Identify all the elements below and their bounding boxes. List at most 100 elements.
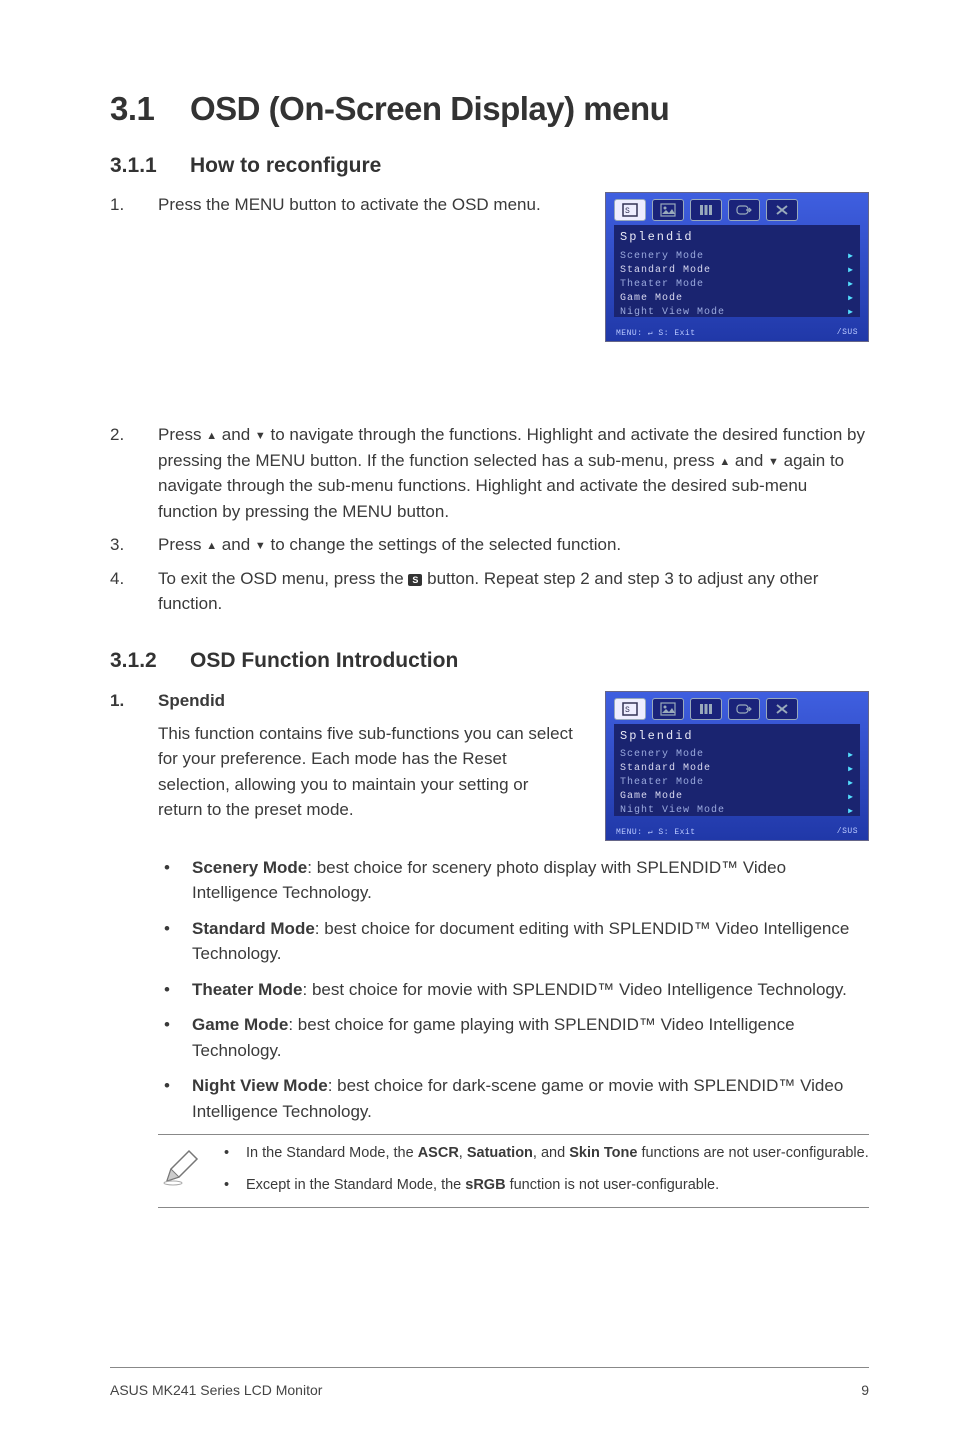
item-spendid-label: Spendid [158, 691, 225, 711]
up-icon: ▲ [206, 428, 217, 445]
item-spendid-number: 1. [110, 691, 158, 711]
s-button-icon: S [408, 574, 422, 586]
osd-arrow-icon: ▶ [848, 750, 854, 761]
bullet-icon: • [158, 855, 192, 906]
osd-foot-right: /SUS [837, 827, 858, 837]
bullet-icon: • [158, 916, 192, 967]
osd-line-3: Game Mode [620, 292, 683, 306]
osd-arrow-icon: ▶ [848, 251, 854, 262]
step-2-text: Press ▲ and ▼ to navigate through the fu… [158, 422, 869, 524]
note-item: •Except in the Standard Mode, the sRGB f… [220, 1175, 869, 1197]
section-311-title: How to reconfigure [190, 154, 381, 177]
osd-line-4: Night View Mode [620, 804, 725, 818]
list-item: •Standard Mode: best choice for document… [158, 916, 869, 967]
osd-line-1: Standard Mode [620, 264, 711, 278]
note-box: •In the Standard Mode, the ASCR, Satuati… [158, 1134, 869, 1208]
osd-arrow-icon: ▶ [848, 293, 854, 304]
osd-line-2: Theater Mode [620, 776, 704, 790]
heading-title: OSD (On-Screen Display) menu [190, 90, 669, 127]
svg-text:S: S [625, 207, 630, 216]
section-311-heading: 3.1.1How to reconfigure [110, 154, 869, 178]
osd-tab-input-icon [728, 199, 760, 221]
osd-foot-left: MENU: ↵ S: Exit [616, 827, 696, 837]
osd-footer: MENU: ↵ S: Exit/SUS [616, 827, 858, 837]
item-spendid-head: 1. Spendid [110, 691, 575, 711]
step-3-number: 3. [110, 532, 158, 558]
osd-footer: MENU: ↵ S: Exit/SUS [616, 328, 858, 338]
down-icon: ▼ [255, 428, 266, 445]
osd-tab-setup-icon [766, 199, 798, 221]
footer-left: ASUS MK241 Series LCD Monitor [110, 1382, 322, 1398]
bullet-icon: • [220, 1175, 246, 1197]
list-item: •Night View Mode: best choice for dark-s… [158, 1073, 869, 1124]
osd-arrow-icon: ▶ [848, 764, 854, 775]
svg-text:S: S [625, 706, 630, 715]
page-footer: ASUS MK241 Series LCD Monitor 9 [110, 1382, 869, 1398]
bullet-bold: Game Mode [192, 1015, 288, 1034]
step-3: 3. Press ▲ and ▼ to change the settings … [110, 532, 869, 558]
bullet-icon: • [158, 1012, 192, 1063]
mode-bullet-list: •Scenery Mode: best choice for scenery p… [158, 855, 869, 1125]
osd-screenshot-1: S Splendid Scenery Mode ▶ Standard Mode ▶ … [605, 192, 869, 342]
step-1: 1. Press the MENU button to activate the… [110, 192, 575, 218]
osd-title: Splendid [620, 728, 854, 745]
osd-arrow-icon: ▶ [848, 307, 854, 318]
osd-tab-setup-icon [766, 698, 798, 720]
step-4-number: 4. [110, 566, 158, 617]
step-4: 4. To exit the OSD menu, press the S but… [110, 566, 869, 617]
section-312-heading: 3.1.2OSD Function Introduction [110, 649, 869, 673]
osd-line-4: Night View Mode [620, 306, 725, 320]
list-item: •Scenery Mode: best choice for scenery p… [158, 855, 869, 906]
section-312-title: OSD Function Introduction [190, 649, 458, 672]
heading-number: 3.1 [110, 90, 190, 128]
page-heading: 3.1OSD (On-Screen Display) menu [110, 90, 869, 128]
osd-screenshot-2: S Splendid Scenery Mode ▶ Standard Mode ▶ … [605, 691, 869, 841]
bullet-icon: • [158, 1073, 192, 1124]
up-icon: ▲ [206, 538, 217, 555]
osd-tab-splendid-icon: S [614, 698, 646, 720]
list-item: •Game Mode: best choice for game playing… [158, 1012, 869, 1063]
bullet-icon: • [158, 977, 192, 1003]
bullet-rest: : best choice for movie with SPLENDID™ V… [303, 980, 847, 999]
osd-tabs: S [606, 692, 868, 724]
step-1-number: 1. [110, 192, 158, 218]
section-312-number: 3.1.2 [110, 649, 190, 673]
osd-tab-color-icon [690, 698, 722, 720]
osd-tab-image-icon [652, 698, 684, 720]
osd-line-3: Game Mode [620, 790, 683, 804]
list-item: •Theater Mode: best choice for movie wit… [158, 977, 869, 1003]
osd-tab-input-icon [728, 698, 760, 720]
bullet-bold: Theater Mode [192, 980, 303, 999]
footer-rule [110, 1367, 869, 1368]
osd-line-0: Scenery Mode [620, 250, 704, 264]
osd-tab-image-icon [652, 199, 684, 221]
osd-line-0: Scenery Mode [620, 748, 704, 762]
down-icon: ▼ [768, 454, 779, 471]
osd-arrow-icon: ▶ [848, 778, 854, 789]
osd-body: Splendid Scenery Mode ▶ Standard Mode ▶ Th… [614, 225, 860, 317]
osd-foot-left: MENU: ↵ S: Exit [616, 328, 696, 338]
osd-tabs: S [606, 193, 868, 225]
step-3-text: Press ▲ and ▼ to change the settings of … [158, 532, 869, 558]
section-311-number: 3.1.1 [110, 154, 190, 178]
osd-title: Splendid [620, 229, 854, 246]
spendid-paragraph: This function contains five sub-function… [158, 721, 575, 823]
step-2-number: 2. [110, 422, 158, 524]
bullet-bold: Standard Mode [192, 919, 315, 938]
osd-arrow-icon: ▶ [848, 792, 854, 803]
note-item: •In the Standard Mode, the ASCR, Satuati… [220, 1143, 869, 1165]
up-icon: ▲ [719, 454, 730, 471]
bullet-bold: Night View Mode [192, 1076, 328, 1095]
osd-line-2: Theater Mode [620, 278, 704, 292]
osd-arrow-icon: ▶ [848, 279, 854, 290]
bullet-icon: • [220, 1143, 246, 1165]
osd-arrow-icon: ▶ [848, 806, 854, 817]
osd-body: Splendid Scenery Mode ▶ Standard Mode ▶ Th… [614, 724, 860, 816]
footer-right: 9 [861, 1382, 869, 1398]
step-4-text: To exit the OSD menu, press the S button… [158, 566, 869, 617]
osd-line-1: Standard Mode [620, 762, 711, 776]
osd-foot-right: /SUS [837, 328, 858, 338]
bullet-bold: Scenery Mode [192, 858, 307, 877]
osd-arrow-icon: ▶ [848, 265, 854, 276]
note-list: •In the Standard Mode, the ASCR, Satuati… [220, 1143, 869, 1197]
